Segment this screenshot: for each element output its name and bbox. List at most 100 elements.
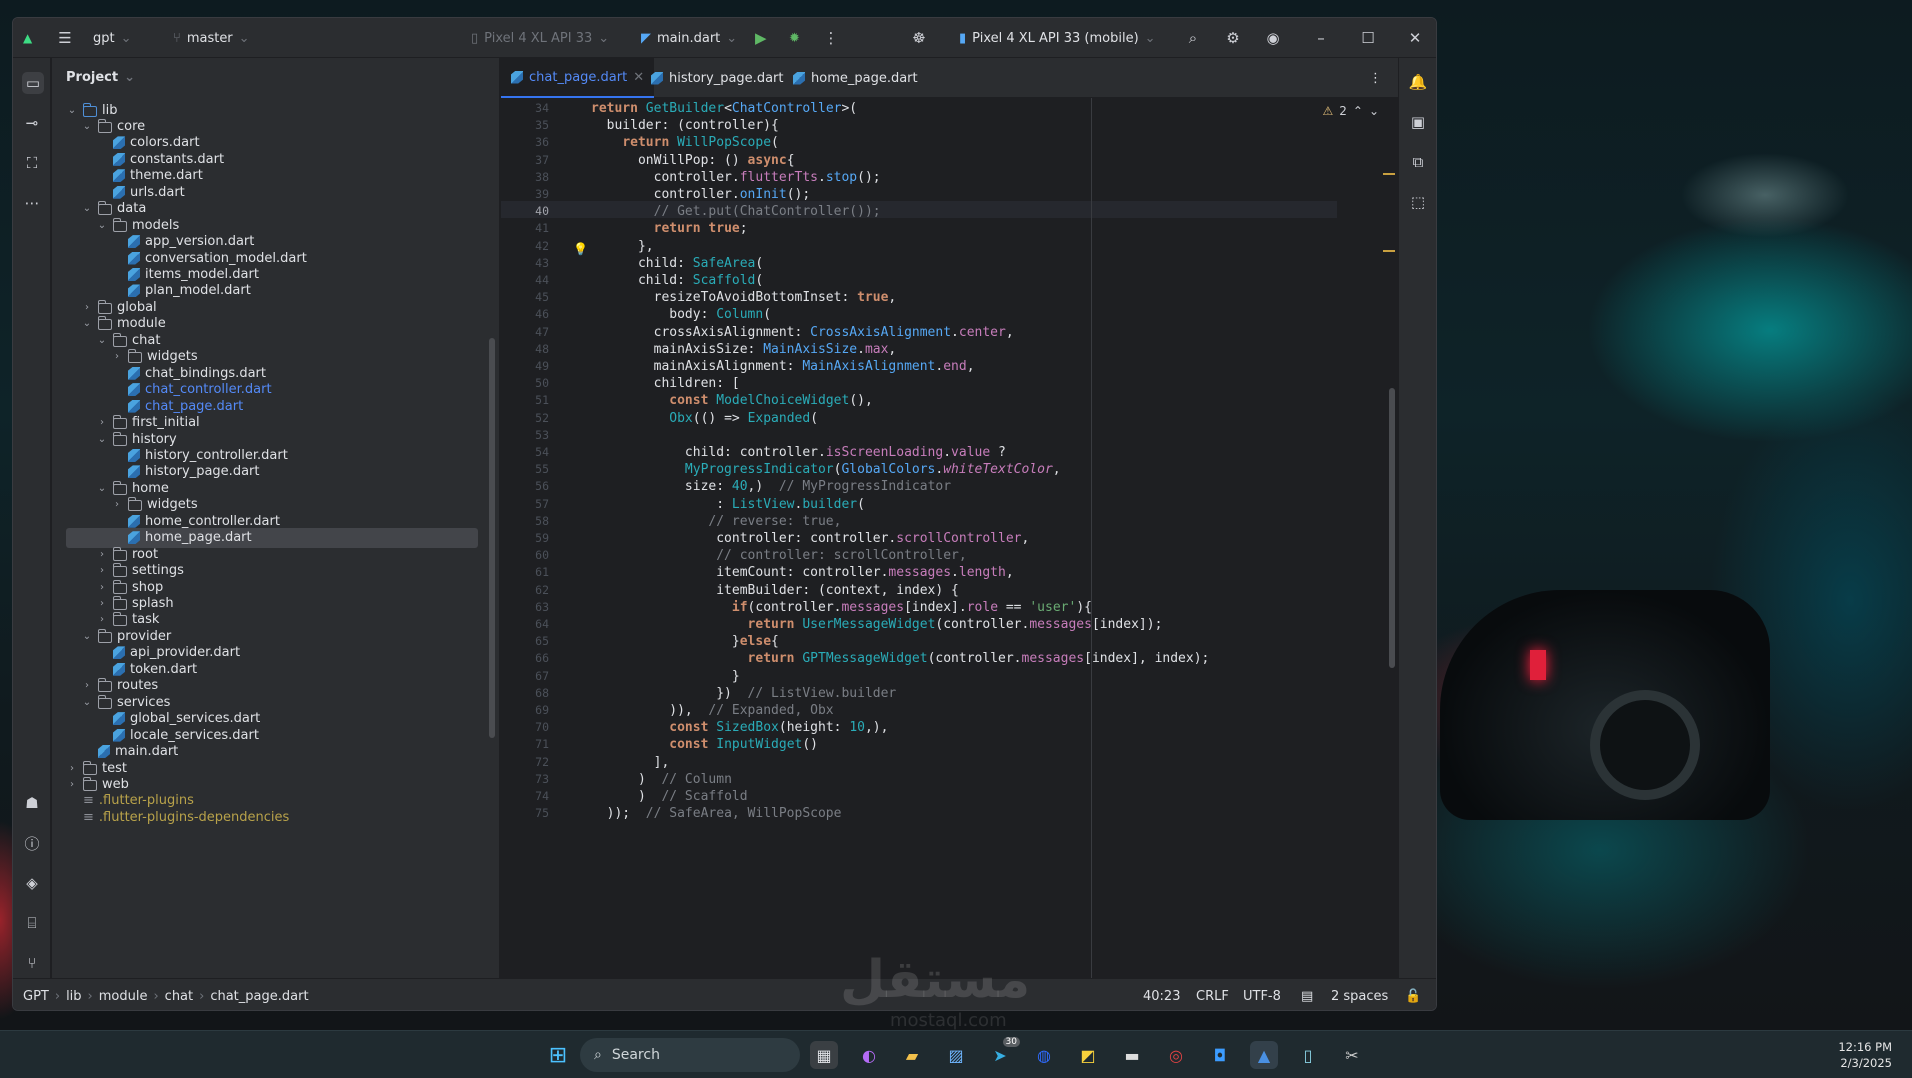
chevron-right-icon[interactable]: › (96, 598, 108, 609)
code-line[interactable]: child: Scaffold( (591, 272, 763, 289)
chevron-down-icon[interactable]: ⌄ (96, 335, 108, 346)
code-line[interactable]: return WillPopScope( (591, 134, 779, 151)
terminal-app-icon[interactable]: ▬ (1118, 1041, 1146, 1069)
code-area[interactable]: return GetBuilder<ChatController>( build… (563, 98, 1363, 978)
code-line[interactable]: )); // SafeArea, WillPopScope (591, 805, 842, 822)
chevron-down-icon[interactable]: ⌄ (96, 434, 108, 445)
tree-file[interactable]: ≡ .flutter-plugins-dependencies (66, 807, 289, 827)
flutter-inspector-icon[interactable]: ⬚ (1408, 192, 1428, 212)
code-line[interactable]: crossAxisAlignment: CrossAxisAlignment.c… (591, 324, 1014, 341)
app-icon[interactable]: ▯ (1294, 1041, 1322, 1069)
chevron-down-icon[interactable]: ⌄ (96, 220, 108, 231)
code-line[interactable]: resizeToAvoidBottomInset: true, (591, 289, 897, 306)
run-config-selector[interactable]: ◤ main.dart ⌄ (641, 18, 737, 58)
version-control-icon[interactable]: ⑂ (22, 953, 42, 973)
chevron-right-icon[interactable]: › (66, 779, 78, 790)
file-explorer-icon[interactable]: ▰ (898, 1041, 926, 1069)
android-studio-icon[interactable]: ▲ (1250, 1041, 1278, 1069)
run-button[interactable]: ▶ (755, 18, 767, 58)
code-line[interactable]: : ListView.builder( (591, 496, 865, 513)
code-line[interactable]: }else{ (591, 633, 779, 650)
breadcrumb-item[interactable]: GPT (23, 989, 49, 1004)
breadcrumb-item[interactable]: module (99, 989, 148, 1004)
project-switcher[interactable]: gpt ⌄ (93, 18, 132, 58)
tab-home-page[interactable]: home_page.dart (783, 58, 928, 98)
code-line[interactable]: children: [ (591, 375, 740, 392)
tab-chat-page[interactable]: chat_page.dart ✕ (501, 58, 655, 98)
code-line[interactable]: child: controller.isScreenLoading.value … (591, 444, 1006, 461)
breadcrumb-item[interactable]: lib (66, 989, 81, 1004)
chevron-right-icon[interactable]: › (81, 302, 93, 313)
chevron-right-icon[interactable]: › (96, 582, 108, 593)
tab-history-page[interactable]: history_page.dart (641, 58, 793, 98)
branch-switcher[interactable]: ⑂ master ⌄ (173, 18, 250, 58)
chevron-right-icon[interactable]: › (96, 614, 108, 625)
code-line[interactable]: return GetBuilder<ChatController>( (591, 100, 857, 117)
debug-button[interactable]: ✹ (789, 18, 800, 58)
chevron-right-icon[interactable]: › (111, 499, 123, 510)
problems-icon[interactable]: ⓘ (22, 833, 42, 853)
terminal-icon[interactable]: ⌸ (22, 913, 42, 933)
maximize-button[interactable]: ☐ (1358, 18, 1378, 58)
code-line[interactable]: MyProgressIndicator(GlobalColors.whiteTe… (591, 461, 1061, 478)
chevron-right-icon[interactable]: › (81, 680, 93, 691)
breadcrumb-item[interactable]: chat (165, 989, 193, 1004)
code-line[interactable]: size: 40,) // MyProgressIndicator (591, 478, 951, 495)
device-selector-disabled[interactable]: ▯ Pixel 4 XL API 33 ⌄ (471, 18, 609, 58)
code-line[interactable]: onWillPop: () async{ (591, 152, 795, 169)
tabs-more-button[interactable]: ⋮ (1359, 58, 1392, 98)
chevron-down-icon[interactable]: ⌄ (81, 318, 93, 329)
chevron-right-icon[interactable]: › (111, 351, 123, 362)
main-menu-button[interactable]: ☰ (55, 18, 75, 58)
snipping-tool-icon[interactable]: ✂ (1338, 1041, 1366, 1069)
start-button[interactable]: ⊞ (544, 1041, 572, 1069)
chevron-right-icon[interactable]: › (96, 565, 108, 576)
chrome-icon[interactable]: ◎ (1162, 1041, 1190, 1069)
code-line[interactable]: mainAxisSize: MainAxisSize.max, (591, 341, 897, 358)
device-mirroring-icon[interactable]: ⧉ (1408, 152, 1428, 172)
code-line[interactable]: controller: controller.scrollController, (591, 530, 1029, 547)
sticky-notes-icon[interactable]: ◩ (1074, 1041, 1102, 1069)
code-line[interactable]: body: Column( (591, 306, 771, 323)
indent-setting[interactable]: 2 spaces (1331, 979, 1388, 1010)
code-line[interactable]: itemCount: controller.messages.length, (591, 564, 1013, 581)
code-line[interactable]: // reverse: true, (591, 513, 841, 530)
device-manager-icon[interactable]: ▣ (1408, 112, 1428, 132)
profiler-button[interactable]: ☸ (909, 18, 929, 58)
code-line[interactable]: }, (591, 238, 654, 255)
structure-icon[interactable]: ⛶ (22, 153, 42, 173)
notifications-icon[interactable]: 🔔 (1408, 72, 1428, 92)
project-panel-header[interactable]: Project ⌄ (52, 58, 499, 96)
lightbulb-icon[interactable]: 💡 (573, 242, 588, 256)
project-scrollbar[interactable] (489, 338, 495, 738)
taskbar-search[interactable]: ⌕ Search (580, 1038, 800, 1072)
telegram-icon[interactable]: ➤ 30 (986, 1037, 1020, 1069)
code-line[interactable]: const InputWidget() (591, 736, 818, 753)
project-tool-icon[interactable]: ▭ (22, 72, 44, 94)
breadcrumb-item[interactable]: chat_page.dart (210, 989, 308, 1004)
chevron-right-icon[interactable]: › (66, 763, 78, 774)
code-line[interactable]: if(controller.messages[index].role == 'u… (591, 599, 1092, 616)
chevron-down-icon[interactable]: ⌄ (66, 105, 78, 116)
chevron-down-icon[interactable]: ⌄ (81, 203, 93, 214)
code-line[interactable]: )), // Expanded, Obx (591, 702, 833, 719)
code-line[interactable]: ) // Column (591, 771, 732, 788)
task-view-icon[interactable]: ▦ (810, 1041, 838, 1069)
account-button[interactable]: ◉ (1263, 18, 1283, 58)
warning-marker[interactable] (1383, 250, 1395, 252)
photos-icon[interactable]: ▨ (942, 1041, 970, 1069)
chevron-down-icon[interactable]: ⌄ (96, 483, 108, 494)
messenger-icon[interactable]: ◍ (1030, 1041, 1058, 1069)
more-tools-icon[interactable]: ⋯ (22, 193, 42, 213)
close-window-button[interactable]: ✕ (1405, 18, 1425, 58)
code-line[interactable]: return UserMessageWidget(controller.mess… (591, 616, 1163, 633)
code-line[interactable]: controller.flutterTts.stop(); (591, 169, 881, 186)
code-line[interactable]: // Get.put(ChatController()); (591, 203, 881, 220)
system-clock[interactable]: 12:16 PM 2/3/2025 (1838, 1039, 1892, 1071)
readonly-toggle[interactable]: ▤ (1301, 979, 1313, 1010)
code-line[interactable]: const SizedBox(height: 10,), (591, 719, 888, 736)
minimize-button[interactable]: – (1311, 18, 1331, 58)
chevron-right-icon[interactable]: › (96, 417, 108, 428)
settings-button[interactable]: ⚙ (1223, 18, 1243, 58)
app-quality-icon[interactable]: ◈ (22, 873, 42, 893)
